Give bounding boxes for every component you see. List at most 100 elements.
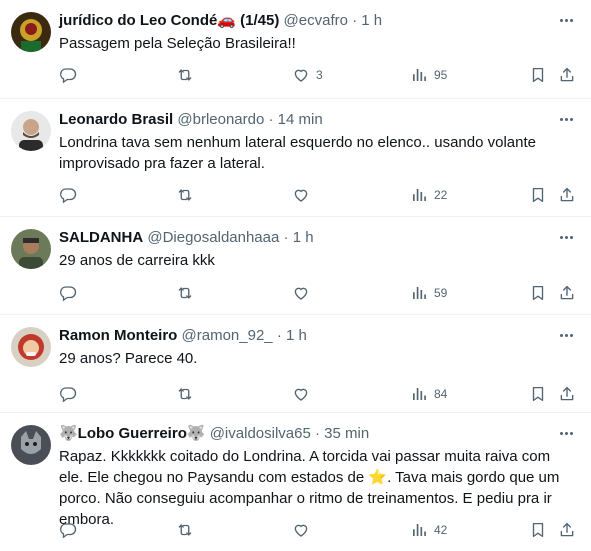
like-button[interactable] [292, 520, 316, 540]
display-name[interactable]: Ramon Monteiro [59, 327, 177, 344]
timestamp[interactable]: 1 h [286, 327, 307, 344]
share-button[interactable] [558, 65, 576, 85]
tweet-header: Leonardo Brasil @brleonardo · 14 min [59, 110, 551, 130]
retweet-button[interactable] [176, 520, 200, 540]
views-count: 84 [434, 387, 448, 401]
views-count: 59 [434, 286, 448, 300]
views-icon [410, 385, 428, 403]
retweet-button[interactable] [176, 65, 200, 85]
timestamp[interactable]: 1 h [293, 229, 314, 246]
like-button[interactable] [292, 185, 316, 205]
display-name[interactable]: Leonardo Brasil [59, 111, 173, 128]
bookmark-button[interactable] [529, 384, 547, 404]
reply-button[interactable] [59, 520, 83, 540]
retweet-icon [176, 284, 194, 302]
reply-button[interactable] [59, 185, 83, 205]
views-count: 22 [434, 188, 448, 202]
action-bar: 84 [59, 384, 577, 404]
tweet-header: Ramon Monteiro @ramon_92_ · 1 h [59, 326, 551, 346]
like-button[interactable]: 3 [292, 65, 323, 85]
share-icon [558, 385, 576, 403]
username[interactable]: @ecvafro [284, 12, 348, 29]
separator-dot: · [268, 111, 274, 128]
separator-dot: · [352, 12, 358, 29]
username[interactable]: @Diegosaldanhaaa [147, 229, 279, 246]
username[interactable]: @ivaldosilva65 [210, 425, 311, 442]
tweet[interactable]: Ramon Monteiro @ramon_92_ · 1 h 29 anos?… [0, 315, 591, 413]
views-button[interactable]: 42 [410, 520, 447, 540]
views-icon [410, 186, 428, 204]
share-button[interactable] [558, 520, 576, 540]
retweet-button[interactable] [176, 384, 200, 404]
like-icon [292, 66, 310, 84]
display-name[interactable]: SALDANHA [59, 229, 143, 246]
views-button[interactable]: 84 [410, 384, 447, 404]
like-button[interactable] [292, 283, 316, 303]
separator-dot: · [315, 425, 320, 442]
more-icon[interactable] [555, 111, 577, 127]
retweet-icon [176, 521, 194, 539]
share-icon [558, 521, 576, 539]
share-icon [558, 66, 576, 84]
tweet-header: jurídico do Leo Condé🚗 (1/45) @ecvafro ·… [59, 11, 551, 31]
separator-dot: · [283, 229, 289, 246]
reply-button[interactable] [59, 65, 83, 85]
retweet-button[interactable] [176, 283, 200, 303]
display-name[interactable]: 🐺Lobo Guerreiro🐺 [59, 425, 206, 442]
tweet[interactable]: Leonardo Brasil @brleonardo · 14 min Lon… [0, 99, 591, 217]
bookmark-icon [529, 66, 547, 84]
like-icon [292, 521, 310, 539]
avatar[interactable] [11, 327, 51, 367]
action-bar: 42 [59, 520, 577, 540]
avatar[interactable] [11, 12, 51, 52]
share-icon [558, 284, 576, 302]
views-button[interactable]: 22 [410, 185, 447, 205]
avatar[interactable] [11, 111, 51, 151]
like-icon [292, 284, 310, 302]
views-count: 95 [434, 68, 448, 82]
share-button[interactable] [558, 283, 576, 303]
username[interactable]: @brleonardo [177, 111, 264, 128]
tweet-text: 29 anos? Parece 40. [59, 350, 198, 367]
display-name[interactable]: jurídico do Leo Condé🚗 (1/45) [59, 12, 279, 29]
timestamp[interactable]: 1 h [361, 12, 382, 29]
star-emoji: ⭐ [368, 469, 388, 486]
tweet-text: Londrina tava sem nenhum lateral esquerd… [59, 134, 536, 172]
tweet[interactable]: jurídico do Leo Condé🚗 (1/45) @ecvafro ·… [0, 0, 591, 99]
share-button[interactable] [558, 384, 576, 404]
retweet-button[interactable] [176, 185, 200, 205]
more-icon[interactable] [555, 425, 577, 441]
timestamp[interactable]: 14 min [278, 111, 323, 128]
bookmark-icon [529, 186, 547, 204]
views-count: 42 [434, 523, 448, 537]
views-icon [410, 66, 428, 84]
separator-dot: · [276, 327, 282, 344]
views-button[interactable]: 59 [410, 283, 447, 303]
more-icon[interactable] [555, 327, 577, 343]
avatar[interactable] [11, 425, 51, 465]
bookmark-button[interactable] [529, 185, 547, 205]
tweet-text: 29 anos de carreira kkk [59, 252, 215, 269]
username[interactable]: @ramon_92_ [182, 327, 273, 344]
tweet[interactable]: 🐺Lobo Guerreiro🐺 @ivaldosilva65 · 35 min… [0, 413, 591, 551]
more-icon[interactable] [555, 229, 577, 245]
avatar[interactable] [11, 229, 51, 269]
action-bar: 59 [59, 283, 577, 303]
retweet-icon [176, 186, 194, 204]
views-icon [410, 521, 428, 539]
like-button[interactable] [292, 384, 316, 404]
bookmark-button[interactable] [529, 520, 547, 540]
share-button[interactable] [558, 185, 576, 205]
bookmark-icon [529, 521, 547, 539]
timestamp[interactable]: 35 min [324, 425, 369, 442]
tweet-text: Rapaz. Kkkkkkk coitado do Londrina. A to… [59, 446, 577, 530]
more-icon[interactable] [555, 12, 577, 28]
bookmark-button[interactable] [529, 65, 547, 85]
bookmark-button[interactable] [529, 283, 547, 303]
tweet[interactable]: SALDANHA @Diegosaldanhaaa · 1 h 29 anos … [0, 217, 591, 315]
reply-icon [59, 284, 77, 302]
reply-button[interactable] [59, 283, 83, 303]
reply-button[interactable] [59, 384, 83, 404]
like-icon [292, 385, 310, 403]
views-button[interactable]: 95 [410, 65, 447, 85]
